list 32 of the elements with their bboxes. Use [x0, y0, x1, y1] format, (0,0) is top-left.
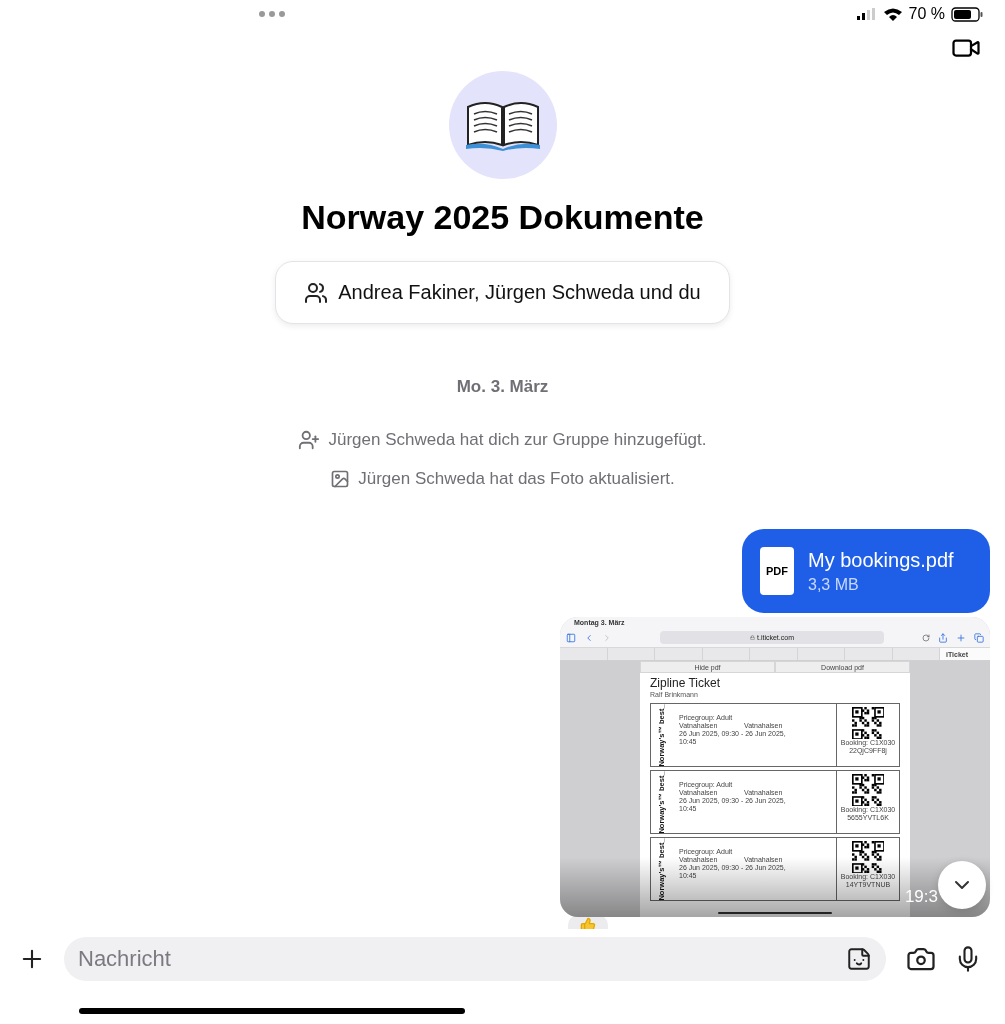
reload-icon[interactable]: [922, 633, 930, 642]
document-title: Zipline Ticket: [650, 676, 722, 690]
qr-code: [852, 774, 884, 806]
pdf-file-icon: PDF: [760, 547, 794, 595]
file-name: My bookings.pdf: [808, 548, 954, 572]
battery-level: 70 %: [908, 5, 945, 23]
sidebar-icon[interactable]: [566, 632, 576, 643]
book-icon: [464, 99, 541, 151]
new-tab-icon[interactable]: [956, 632, 966, 643]
message-time: 19:3: [904, 887, 938, 907]
add-person-icon: [298, 429, 321, 451]
file-message[interactable]: PDF My bookings.pdf 3,3 MB: [742, 529, 990, 613]
screenshot-message[interactable]: [560, 617, 990, 917]
system-message: Jürgen Schweda hat das Foto aktualisiert.: [358, 468, 675, 490]
file-size: 3,3 MB: [808, 575, 860, 594]
qr-code: [852, 841, 884, 873]
signal-icon: [856, 8, 877, 20]
back-icon[interactable]: [584, 632, 594, 643]
members-button[interactable]: Andrea Fakiner, Jürgen Schweda und du: [275, 261, 730, 324]
more-icon[interactable]: [258, 10, 286, 18]
sticker-icon[interactable]: [846, 946, 872, 972]
wifi-icon: [882, 6, 903, 22]
qr-code: [852, 707, 884, 739]
battery-icon: [951, 6, 983, 22]
people-icon: [304, 280, 329, 305]
share-icon[interactable]: [938, 632, 948, 643]
image-icon: [330, 469, 351, 489]
tabs-icon[interactable]: [974, 632, 984, 643]
group-title: Norway 2025 Dokumente: [301, 197, 704, 237]
message-field[interactable]: Nachricht: [64, 937, 886, 981]
system-message: Jürgen Schweda hat dich zur Gruppe hinzugefügt.: [328, 429, 707, 451]
date-label: Mo. 3. März: [456, 376, 549, 398]
